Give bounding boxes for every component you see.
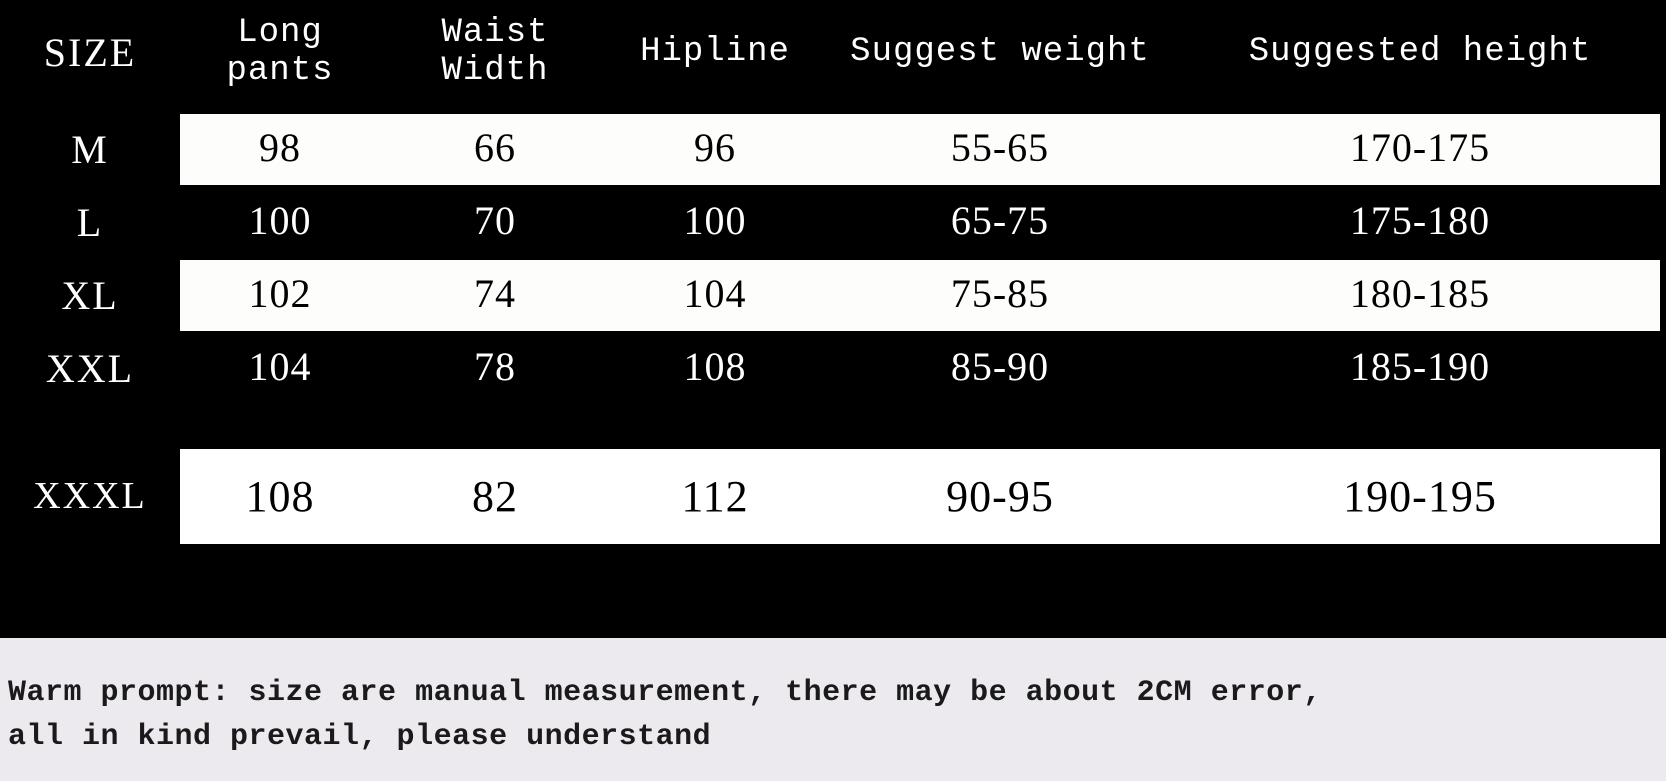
size-chart: SIZE Long pants Waist Width Hipline Sugg… (0, 0, 1666, 781)
cell-suggested-height: 175-180 (1180, 187, 1660, 258)
col-header-hipline: Hipline (610, 19, 820, 93)
cell-waist-width: 82 (380, 449, 610, 544)
footer-line-2: all in kind prevail, please understand (8, 716, 1658, 760)
cell-waist-width: 78 (380, 333, 610, 404)
size-table: SIZE Long pants Waist Width Hipline Sugg… (0, 0, 1666, 558)
col-header-long-pants: Long pants (180, 0, 380, 112)
col-header-waist-width: Waist Width (380, 0, 610, 112)
row-gap (0, 404, 1660, 434)
cell-long-pants: 100 (180, 187, 380, 258)
size-label: XXXL (0, 434, 180, 558)
cell-waist-width: 66 (380, 112, 610, 187)
cell-suggested-height: 190-195 (1180, 449, 1660, 544)
cell-hipline: 108 (610, 333, 820, 404)
cell-suggest-weight: 75-85 (820, 258, 1180, 333)
cell-waist-width: 74 (380, 258, 610, 333)
col-header-suggest-weight: Suggest weight (820, 19, 1180, 93)
cell-hipline: 104 (610, 258, 820, 333)
size-label: XL (0, 262, 180, 329)
cell-waist-width: 70 (380, 187, 610, 258)
cell-hipline: 96 (610, 112, 820, 187)
size-label: XXL (0, 335, 180, 402)
cell-suggested-height: 185-190 (1180, 333, 1660, 404)
col-header-suggested-height: Suggested height (1180, 19, 1660, 93)
cell-suggested-height: 180-185 (1180, 258, 1660, 333)
footer-line-1: Warm prompt: size are manual measurement… (8, 672, 1658, 716)
cell-long-pants: 102 (180, 258, 380, 333)
warm-prompt: Warm prompt: size are manual measurement… (0, 638, 1666, 781)
cell-suggest-weight: 85-90 (820, 333, 1180, 404)
cell-hipline: 100 (610, 187, 820, 258)
size-label: M (0, 116, 180, 183)
cell-suggest-weight: 55-65 (820, 112, 1180, 187)
col-header-size: SIZE (0, 15, 180, 98)
cell-long-pants: 104 (180, 333, 380, 404)
cell-hipline: 112 (610, 449, 820, 544)
cell-suggest-weight: 90-95 (820, 449, 1180, 544)
cell-long-pants: 108 (180, 449, 380, 544)
size-label: L (0, 189, 180, 256)
cell-long-pants: 98 (180, 112, 380, 187)
cell-suggest-weight: 65-75 (820, 187, 1180, 258)
cell-suggested-height: 170-175 (1180, 112, 1660, 187)
